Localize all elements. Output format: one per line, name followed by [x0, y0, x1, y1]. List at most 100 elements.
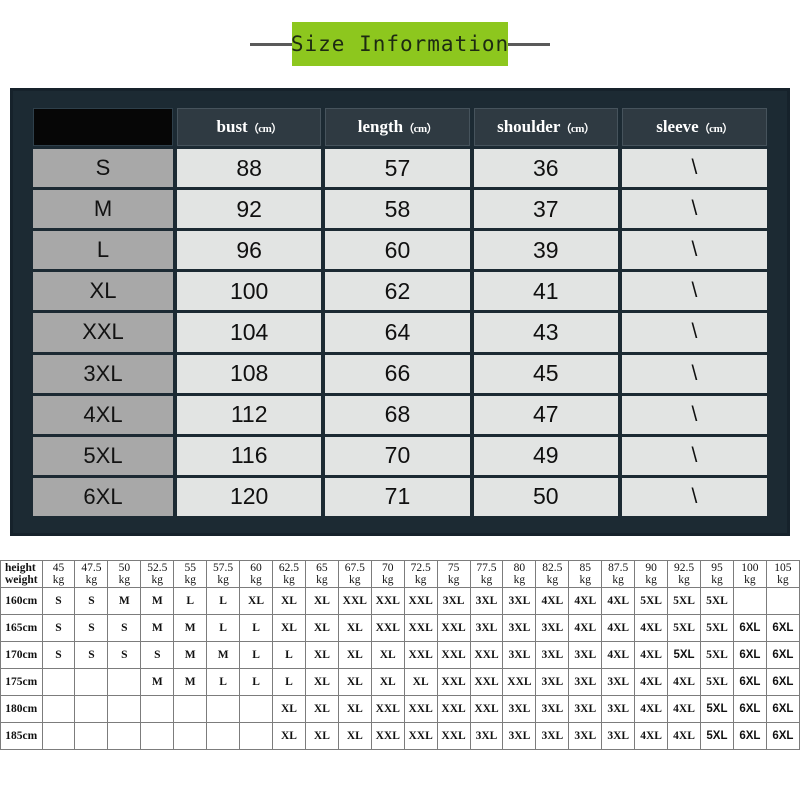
weight-value: 50	[118, 561, 131, 574]
size-table: bust（cm） length（cm） shoulder（cm） sleeve（…	[29, 105, 771, 519]
fit-cell: 4XL	[667, 668, 701, 696]
fit-cell: XL	[370, 641, 405, 669]
weight-header-cell: 100 kg	[732, 560, 767, 588]
header-label-bust: bust	[216, 117, 248, 136]
fit-cell: 6XL	[732, 668, 767, 696]
fit-grid-row: 170cm S S S S M M L L XL XL XL XXL XXL XXL 3XL 3XL 3XL 4XL…	[0, 641, 800, 669]
fit-cell: L	[206, 587, 241, 615]
weight-value: 45	[52, 561, 65, 574]
size-bust-cell: 104	[177, 313, 322, 352]
fit-cell: 6XL	[765, 722, 800, 750]
size-sleeve-cell: \	[621, 477, 767, 516]
size-bust-cell: 112	[177, 395, 322, 434]
size-label-cell: 3XL	[33, 354, 173, 393]
weight-value: 62.5	[278, 561, 300, 574]
size-length-cell: 57	[325, 149, 470, 188]
weight-header-cell: 77.5 kg	[469, 560, 504, 588]
weight-header-cell: 87.5 kg	[601, 560, 636, 588]
fit-cell: 4XL	[667, 722, 701, 750]
size-bust-cell: 116	[177, 436, 322, 475]
fit-cell: XXL	[436, 722, 471, 750]
fit-cell: 6XL	[765, 695, 800, 723]
weight-unit: kg	[579, 574, 592, 586]
fit-cell: XL	[403, 668, 438, 696]
header-label-sleeve: sleeve	[656, 117, 699, 136]
weight-header-cell: 72.5 kg	[403, 560, 438, 588]
fit-cell	[41, 668, 76, 696]
weight-value: 95	[711, 561, 723, 574]
fit-cell: 4XL	[634, 695, 669, 723]
fit-cell: M	[140, 614, 175, 642]
fit-cell: XL	[304, 722, 339, 750]
fit-cell: XXL	[403, 722, 438, 750]
height-label-cell: 165cm	[0, 614, 43, 642]
weight-unit: kg	[480, 574, 493, 586]
weight-header-cell: 70 kg	[370, 560, 405, 588]
fit-cell: XXL	[403, 695, 438, 723]
size-label-cell: S	[33, 149, 173, 188]
size-sleeve-cell: \	[621, 190, 767, 229]
height-label-cell: 170cm	[0, 641, 43, 669]
size-label-cell: M	[33, 190, 173, 229]
size-length-cell: 71	[325, 477, 470, 516]
fit-cell: XXL	[403, 641, 438, 669]
fit-cell: XL	[337, 695, 372, 723]
fit-cell: 3XL	[568, 722, 603, 750]
fit-cell: XL	[337, 668, 372, 696]
page-title: Size Information	[290, 32, 510, 56]
header-label-length: length	[357, 117, 404, 136]
fit-cell: XXL	[370, 722, 405, 750]
weight-header-cell: 65 kg	[304, 560, 339, 588]
fit-cell: 4XL	[601, 614, 636, 642]
fit-cell	[140, 722, 175, 750]
fit-cell: 4XL	[568, 587, 603, 615]
fit-cell	[206, 695, 241, 723]
fit-cell: 3XL	[469, 587, 504, 615]
fit-cell	[74, 695, 109, 723]
fit-cell	[41, 695, 76, 723]
weight-value: 100	[741, 561, 759, 574]
fit-cell: M	[107, 587, 142, 615]
size-sleeve-cell: \	[621, 395, 767, 434]
weight-unit: kg	[777, 574, 789, 586]
fit-cell: 6XL	[765, 614, 800, 642]
size-table-corner-cell	[33, 108, 173, 146]
weight-value: 105	[774, 561, 792, 574]
fit-cell: XXL	[469, 668, 504, 696]
fit-cell: XL	[304, 641, 339, 669]
fit-cell: XL	[239, 587, 273, 615]
weight-value: 82.5	[542, 561, 563, 574]
fit-grid-body: height weight 45 kg 47.5 kg 50 kg 52.5 kg 55 kg 57.5…	[0, 560, 800, 750]
fit-cell: S	[41, 587, 76, 615]
fit-cell: XXL	[370, 695, 405, 723]
fit-cell: 3XL	[535, 641, 570, 669]
fit-cell: S	[74, 641, 109, 669]
size-shoulder-cell: 37	[473, 190, 618, 229]
fit-cell: XXL	[436, 668, 471, 696]
fit-cell: XL	[370, 668, 405, 696]
fit-grid-row: 185cm XL XL XL XXL XXL XXL 3XL 3XL 3XL 3XL 3XL 4XL 4X…	[0, 722, 800, 750]
weight-header-cell: 90 kg	[634, 560, 669, 588]
weight-value: 87.5	[608, 561, 629, 574]
fit-cell: 3XL	[436, 587, 471, 615]
weight-header-cell: 92.5 kg	[667, 560, 701, 588]
fit-grid-row: 175cm M M L L L XL XL XL XL XXL XXL XXL 3XL 3XL 3XL 4XL 4…	[0, 668, 800, 696]
weight-value: 92.5	[673, 561, 695, 574]
header-unit-bust: （cm）	[247, 123, 283, 135]
weight-header-cell: 52.5 kg	[140, 560, 175, 588]
size-table-row: 3XL 108 66 45 \	[33, 354, 767, 393]
size-table-row: 4XL 112 68 47 \	[33, 395, 767, 434]
size-bust-cell: 88	[177, 149, 322, 188]
size-shoulder-cell: 41	[473, 272, 618, 311]
size-table-row: XXL 104 64 43 \	[33, 313, 767, 352]
weight-unit: kg	[283, 574, 295, 586]
fit-cell: 5XL	[699, 614, 734, 642]
fit-cell: M	[173, 614, 208, 642]
weight-value: 52.5	[147, 561, 168, 574]
fit-cell: XXL	[469, 695, 504, 723]
size-information-page: Size Information bust（cm） length（cm） sho…	[0, 0, 800, 800]
size-shoulder-cell: 43	[473, 313, 618, 352]
fit-cell: XXL	[370, 587, 405, 615]
weight-unit: kg	[645, 574, 657, 586]
fit-cell: XL	[304, 695, 339, 723]
